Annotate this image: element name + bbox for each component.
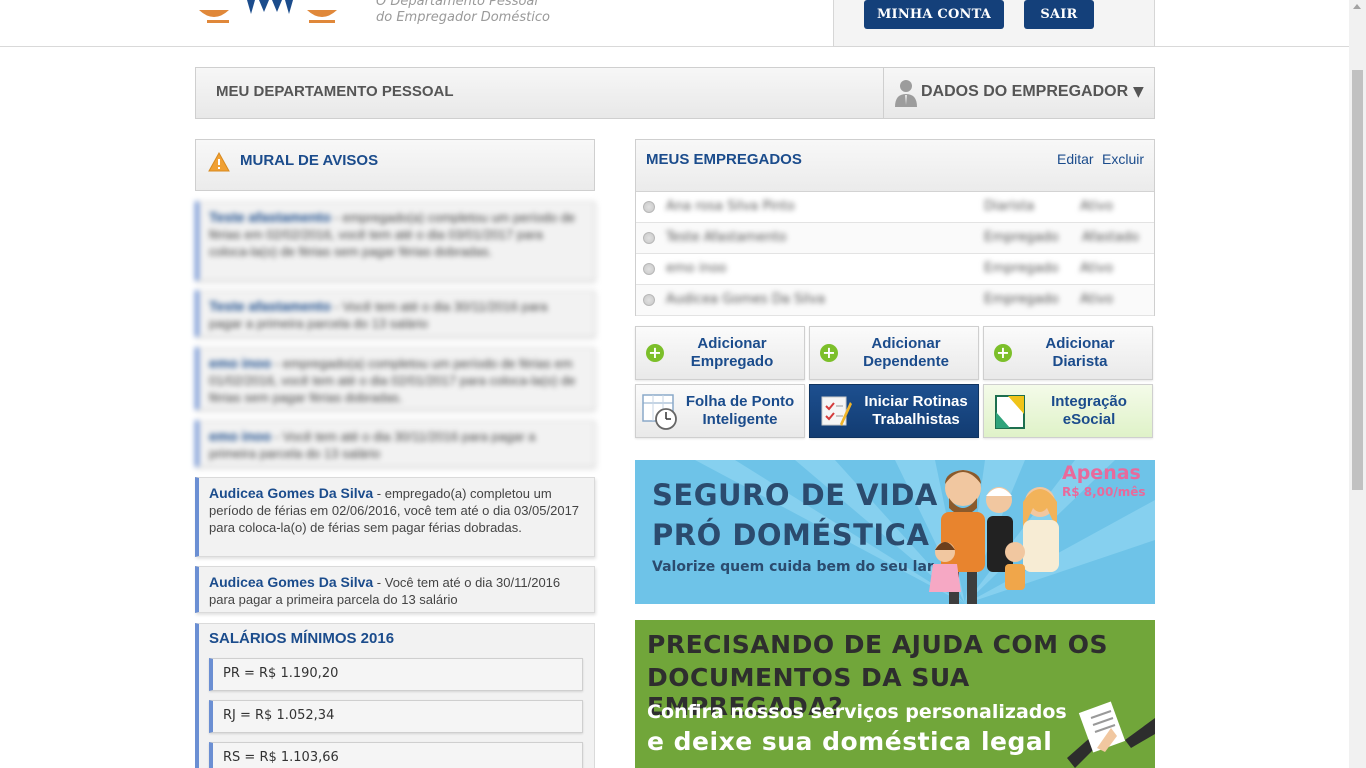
folha-ponto-label: Folha de Ponto Inteligente xyxy=(685,393,795,428)
timesheet-clock-icon xyxy=(642,394,677,430)
help-documents-banner[interactable]: PRECISANDO DE AJUDA COM OS DOCUMENTOS DA… xyxy=(635,620,1155,768)
logo-tagline: O Departamento Pessoal do Empregador Dom… xyxy=(376,0,550,26)
notice-employee-link[interactable]: emo inoo xyxy=(209,428,271,444)
notice-employee-link[interactable]: emo inoo xyxy=(209,355,271,371)
handshake-document-icon xyxy=(1067,701,1155,768)
add-dependent-label: Adicionar Dependente xyxy=(863,335,949,370)
minimum-wage-item: RJ = R$ 1.052,34 xyxy=(209,700,583,733)
employee-type: Diarista xyxy=(984,199,1035,214)
employee-row[interactable]: Ana rosa Silva Pinto Diarista Ativo xyxy=(636,192,1154,223)
user-avatar-icon xyxy=(895,80,917,107)
iniciar-rotinas-label: Iniciar Rotinas Trabalhistas xyxy=(864,393,968,428)
scroll-up-arrow-icon[interactable] xyxy=(1353,4,1361,9)
add-diarist-button[interactable]: + Adicionar Diarista xyxy=(983,326,1153,380)
employee-radio[interactable] xyxy=(643,294,655,306)
logo-tagline-line1: O Departamento Pessoal xyxy=(376,0,538,9)
minha-conta-button[interactable]: MINHA CONTA xyxy=(864,0,1004,29)
plus-circle-icon: + xyxy=(820,344,838,362)
insurance-headline-1: SEGURO DE VIDA xyxy=(652,478,938,512)
scroll-thumb[interactable] xyxy=(1352,70,1363,490)
employee-type: Empregado xyxy=(984,261,1059,276)
help-tagline: Confira nossos serviços personalizados xyxy=(647,701,1067,723)
employees-header: MEUS EMPREGADOS Editar Excluir xyxy=(636,140,1154,192)
insurance-apenas: Apenas xyxy=(1062,462,1141,484)
mural-header: MURAL DE AVISOS xyxy=(195,139,595,191)
checklist-pencil-icon xyxy=(821,396,852,426)
notice-employee-link[interactable]: Teste afastamento xyxy=(209,298,331,314)
minimum-wage-item: RS = R$ 1.103,66 xyxy=(209,742,583,768)
employees-title: MEUS EMPREGADOS xyxy=(646,151,802,168)
employee-radio[interactable] xyxy=(643,232,655,244)
minimum-wages-panel: SALÁRIOS MÍNIMOS 2016 PR = R$ 1.190,20 R… xyxy=(195,623,595,768)
chevron-down-icon[interactable]: ▼ xyxy=(1133,84,1144,100)
employees-panel: MEUS EMPREGADOS Editar Excluir Ana rosa … xyxy=(635,139,1155,316)
notice-item: emo inoo - empregado(a) completou um per… xyxy=(195,347,595,410)
minimum-wage-item: PR = R$ 1.190,20 xyxy=(209,658,583,691)
employee-status: Afastado xyxy=(1082,230,1140,245)
employee-status: Ativo xyxy=(1080,199,1114,214)
esocial-button[interactable]: Integração eSocial xyxy=(983,384,1153,438)
help-cta: e deixe sua doméstica legal xyxy=(647,727,1053,756)
notice-employee-link[interactable]: Audicea Gomes Da Silva xyxy=(209,574,373,590)
notice-employee-link[interactable]: Teste afastamento xyxy=(209,209,331,225)
add-employee-label: Adicionar Empregado xyxy=(690,335,774,370)
life-insurance-banner[interactable]: SEGURO DE VIDA PRÓ DOMÉSTICA Valorize qu… xyxy=(635,460,1155,604)
employee-name: Ana rosa Silva Pinto xyxy=(666,199,795,214)
page-scrollbar[interactable] xyxy=(1349,0,1366,768)
notice-item: Audicea Gomes Da Silva - Você tem até o … xyxy=(195,566,595,613)
plus-circle-icon: + xyxy=(646,344,664,362)
folha-ponto-button[interactable]: Folha de Ponto Inteligente xyxy=(635,384,805,438)
esocial-label: Integração eSocial xyxy=(1051,393,1127,428)
employee-row[interactable]: emo inoo Empregado Ativo xyxy=(636,254,1154,285)
employee-row[interactable]: Teste Afastamento Empregado Afastado xyxy=(636,223,1154,254)
notice-item: emo inoo - Você tem até o dia 30/11/2016… xyxy=(195,420,595,467)
notice-item: Teste afastamento - Você tem até o dia 3… xyxy=(195,290,595,337)
notice-item: Teste afastamento - empregado(a) complet… xyxy=(195,201,595,281)
mural-title: MURAL DE AVISOS xyxy=(240,152,379,169)
employee-name: emo inoo xyxy=(666,261,727,276)
warning-icon xyxy=(208,152,230,172)
insurance-headline-2: PRÓ DOMÉSTICA xyxy=(652,518,930,552)
department-title: MEU DEPARTAMENTO PESSOAL xyxy=(216,83,454,100)
employee-radio[interactable] xyxy=(643,201,655,213)
employee-radio[interactable] xyxy=(643,263,655,275)
employee-type: Empregado xyxy=(984,292,1059,307)
notice-item: Audicea Gomes Da Silva - empregado(a) co… xyxy=(195,477,595,557)
insurance-tagline: Valorize quem cuida bem do seu lar xyxy=(652,559,934,575)
employee-type: Empregado xyxy=(984,230,1059,245)
department-bar: MEU DEPARTAMENTO PESSOAL DADOS DO EMPREG… xyxy=(195,67,1155,119)
department-divider xyxy=(883,68,884,118)
employee-name: Teste Afastamento xyxy=(666,230,787,245)
help-headline-1: PRECISANDO DE AJUDA COM OS xyxy=(647,630,1109,659)
plus-circle-icon: + xyxy=(994,344,1012,362)
sair-button[interactable]: SAIR xyxy=(1024,0,1094,29)
employee-status: Ativo xyxy=(1080,292,1114,307)
employee-status: Ativo xyxy=(1080,261,1114,276)
top-header: O Departamento Pessoal do Empregador Dom… xyxy=(0,0,1349,47)
insurance-price: R$ 8,00/mês xyxy=(1062,485,1146,499)
notice-employee-link[interactable]: Audicea Gomes Da Silva xyxy=(209,485,373,501)
employee-name: Audicea Gomes Da Silva xyxy=(666,292,826,307)
logo-tagline-line2: do Empregador Doméstico xyxy=(376,10,550,25)
employee-row[interactable]: Audicea Gomes Da Silva Empregado Ativo xyxy=(636,285,1154,316)
add-dependent-button[interactable]: + Adicionar Dependente xyxy=(809,326,979,380)
add-diarist-label: Adicionar Diarista xyxy=(1045,335,1115,370)
esocial-document-icon xyxy=(995,395,1025,429)
minimum-wages-title: SALÁRIOS MÍNIMOS 2016 xyxy=(209,630,395,647)
logo-scales-icon[interactable] xyxy=(197,0,347,26)
family-illustration xyxy=(929,470,1059,604)
delete-employee-link[interactable]: Excluir xyxy=(1102,151,1144,167)
add-employee-button[interactable]: + Adicionar Empregado xyxy=(635,326,805,380)
iniciar-rotinas-button[interactable]: Iniciar Rotinas Trabalhistas xyxy=(809,384,979,438)
employer-data-menu[interactable]: DADOS DO EMPREGADOR xyxy=(921,83,1128,101)
edit-employee-link[interactable]: Editar xyxy=(1057,151,1094,167)
